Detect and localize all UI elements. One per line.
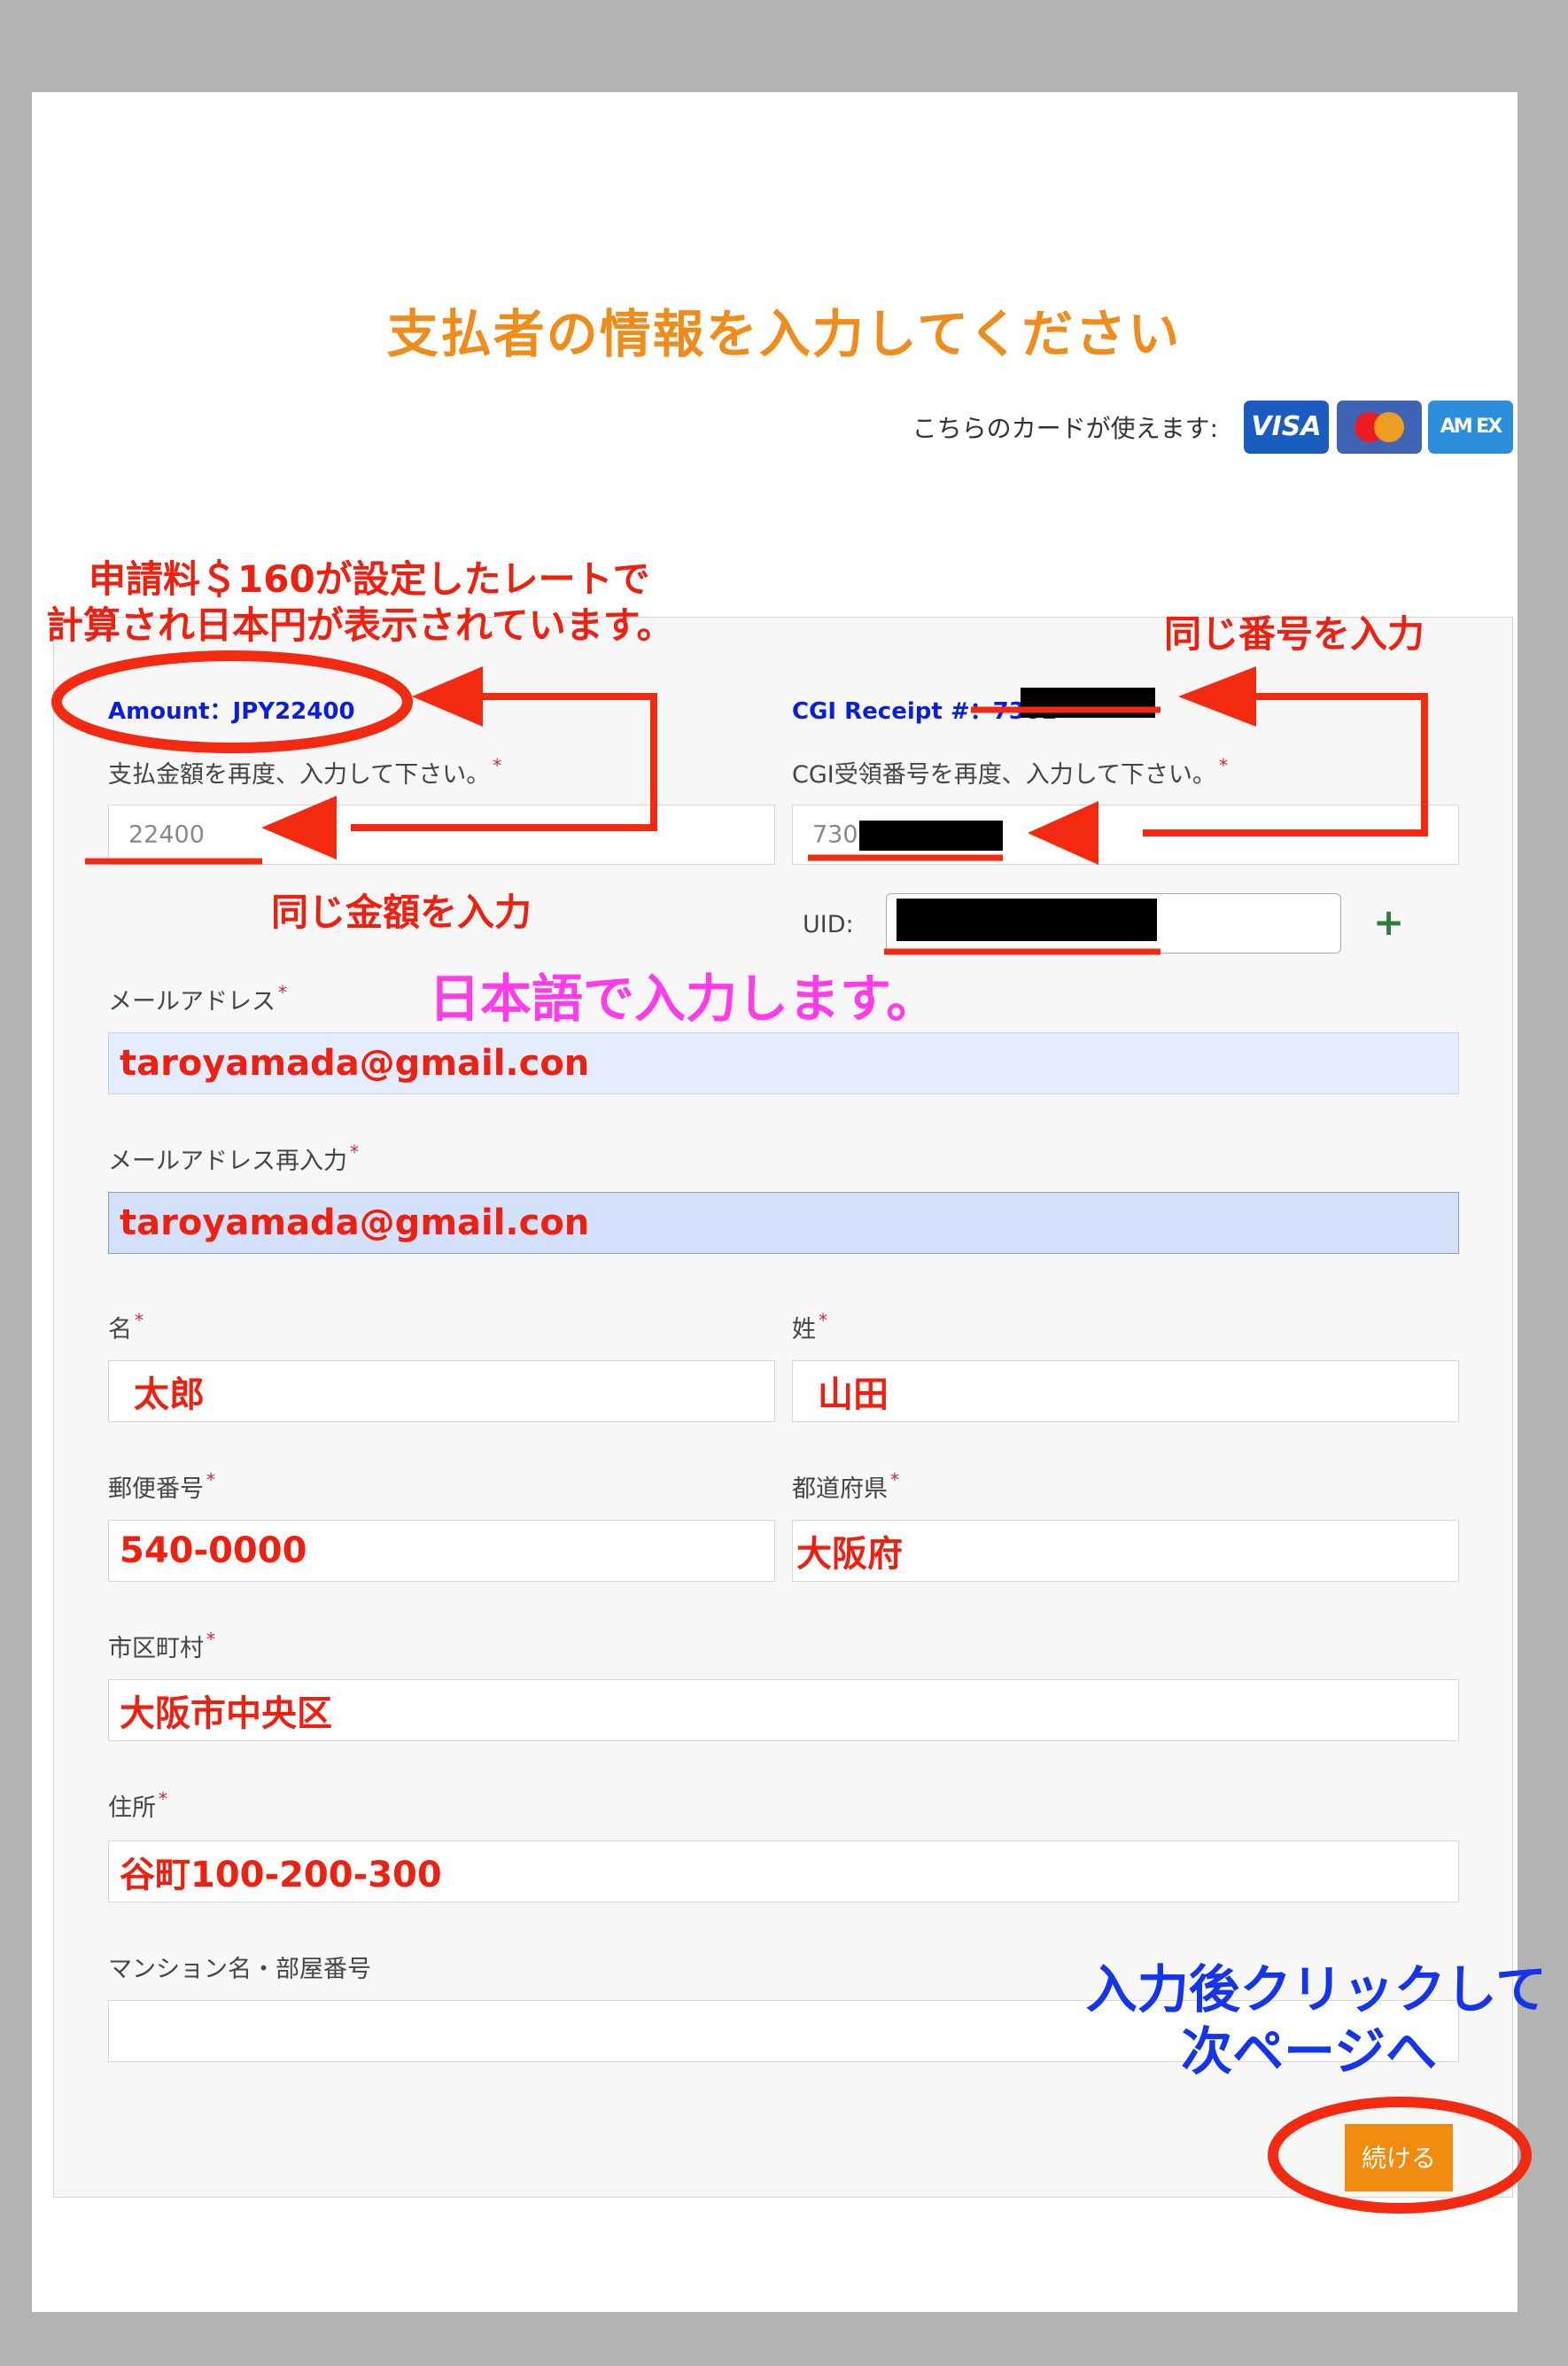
same-amount-annotation: 同じ金額を入力 — [271, 891, 532, 934]
amount-highlight-ellipse — [51, 650, 413, 753]
rate-annotation-line2: 計算され日本円が表示されています。 — [46, 603, 674, 647]
receipt-connector — [1143, 693, 1428, 837]
japanese-input-annotation: 日本語で入力します。 — [429, 969, 938, 1029]
arrowhead — [412, 666, 483, 727]
arrowhead — [1178, 666, 1256, 727]
arrowhead — [1028, 801, 1098, 865]
click-annotation-line2: 次ページへ — [1181, 2021, 1437, 2082]
same-number-annotation: 同じ番号を入力 — [1164, 612, 1425, 656]
continue-highlight-ellipse — [1268, 2097, 1532, 2214]
arrowhead — [261, 796, 337, 860]
